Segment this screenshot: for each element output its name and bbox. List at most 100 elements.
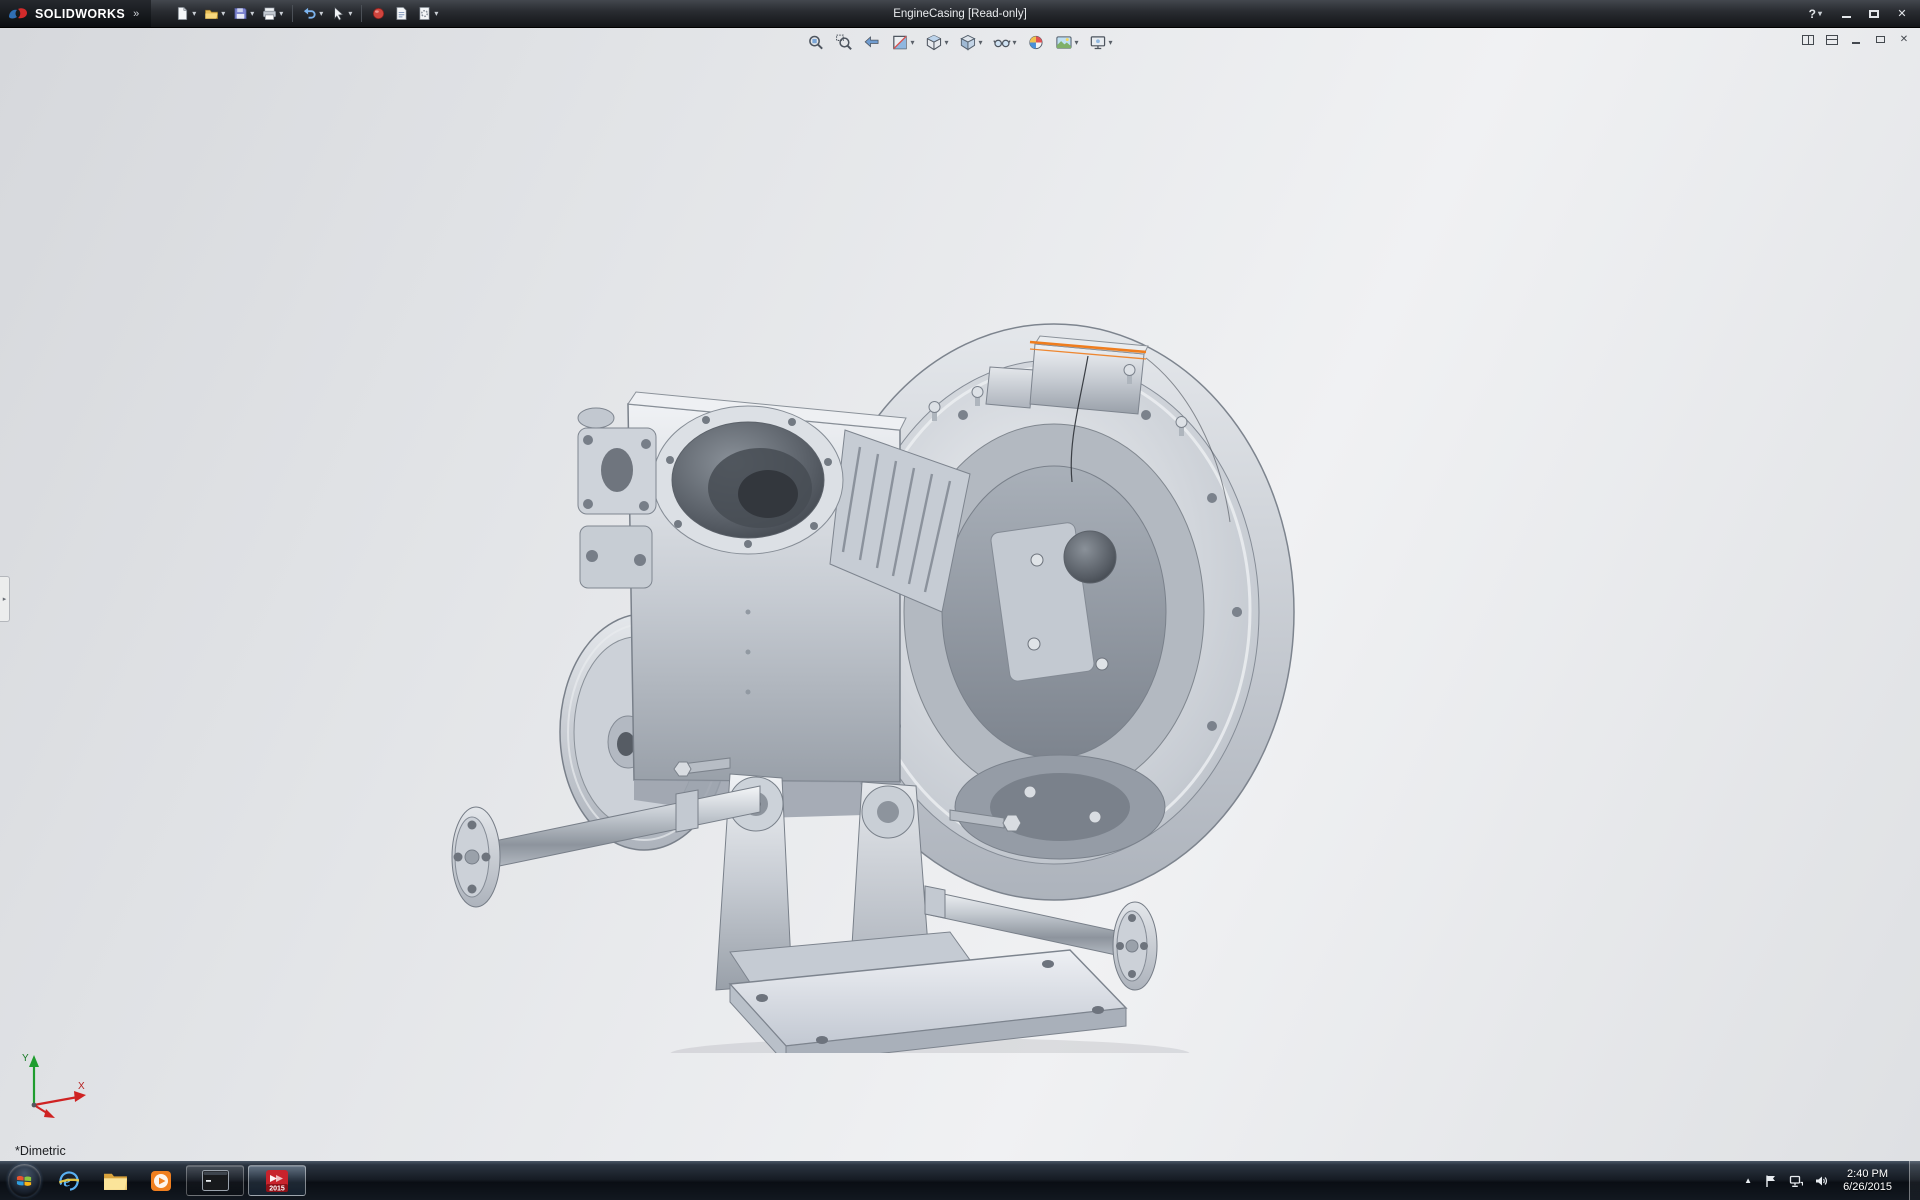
view-settings-icon xyxy=(1090,34,1107,51)
volume-icon xyxy=(1814,1174,1828,1188)
clock-time: 2:40 PM xyxy=(1843,1168,1892,1181)
select-button[interactable]: ▾ xyxy=(327,4,356,23)
action-center-flag-icon xyxy=(1764,1174,1778,1188)
new-document-button[interactable]: ▾ xyxy=(171,4,200,23)
previous-view-icon xyxy=(863,34,880,51)
view-settings-button[interactable]: ▾ xyxy=(1088,33,1115,52)
dropdown-caret: ▾ xyxy=(192,10,196,18)
heads-up-toolbar: ▾ ▾ ▾ xyxy=(805,33,1114,52)
color-swatch-icon xyxy=(371,6,386,21)
dropdown-caret: ▾ xyxy=(221,10,225,18)
viewport-split-horizontal-button[interactable] xyxy=(1824,32,1840,47)
save-icon xyxy=(233,6,248,21)
restore-icon xyxy=(1876,36,1885,43)
undo-button[interactable]: ▾ xyxy=(298,4,327,23)
zoom-to-area-button[interactable] xyxy=(833,33,854,52)
dropdown-caret: ▾ xyxy=(250,10,254,18)
windows-flag-icon xyxy=(15,1172,34,1189)
zoom-to-fit-button[interactable] xyxy=(805,33,826,52)
hidden-icons-button[interactable]: ▲ xyxy=(1742,1176,1754,1185)
toolbar-separator xyxy=(292,5,293,22)
open-button[interactable]: ▾ xyxy=(200,4,229,23)
split-horizontal-icon xyxy=(1826,35,1838,45)
options-icon xyxy=(417,6,432,21)
dropdown-caret: ▾ xyxy=(944,39,948,47)
viewport-split-vertical-button[interactable] xyxy=(1800,32,1816,47)
brand-text: SOLIDWORKS xyxy=(35,7,125,21)
windows-explorer-button[interactable] xyxy=(92,1161,138,1200)
solidworks-2015-button[interactable]: 2015 xyxy=(248,1165,306,1196)
previous-view-button[interactable] xyxy=(861,33,882,52)
minimize-icon xyxy=(1852,42,1860,44)
open-folder-icon xyxy=(204,6,219,21)
document-restore-button[interactable] xyxy=(1872,32,1888,47)
media-player-button[interactable] xyxy=(138,1161,184,1200)
close-icon: ✕ xyxy=(1900,34,1908,45)
z-axis-arrow xyxy=(44,1109,55,1118)
dropdown-caret: ▾ xyxy=(434,10,438,18)
select-cursor-icon xyxy=(331,6,346,21)
help-button[interactable]: ? ▾ xyxy=(1809,7,1822,21)
graphics-viewport[interactable]: ▾ ▾ ▾ xyxy=(0,28,1920,1161)
titlebar: SOLIDWORKS » ▾ ▾ xyxy=(0,0,1920,28)
toolbar-separator xyxy=(361,5,362,22)
document-close-button[interactable]: ✕ xyxy=(1896,32,1912,47)
minimize-button[interactable] xyxy=(1834,4,1858,24)
options-button[interactable]: ▾ xyxy=(413,4,442,23)
file-properties-icon xyxy=(394,6,409,21)
section-view-button[interactable]: ▾ xyxy=(889,33,916,52)
edit-appearance-button[interactable] xyxy=(1026,33,1047,52)
solidworks-2015-icon: 2015 xyxy=(265,1169,289,1193)
print-icon xyxy=(262,6,277,21)
restore-icon xyxy=(1869,10,1879,18)
show-desktop-button[interactable] xyxy=(1909,1161,1920,1200)
apply-scene-button[interactable]: ▾ xyxy=(1054,33,1081,52)
network-button[interactable] xyxy=(1787,1171,1804,1191)
document-minimize-button[interactable] xyxy=(1848,32,1864,47)
taskbar: e xyxy=(0,1161,1920,1200)
hide-show-items-button[interactable]: ▾ xyxy=(992,33,1019,52)
color-swatch-button[interactable] xyxy=(367,4,390,23)
view-orientation-icon xyxy=(925,34,942,51)
restore-button[interactable] xyxy=(1862,4,1886,24)
app-menu-button[interactable]: SOLIDWORKS » xyxy=(0,0,151,27)
network-icon xyxy=(1789,1174,1803,1188)
hide-show-items-icon xyxy=(994,34,1011,51)
clock-date: 6/26/2015 xyxy=(1843,1181,1892,1194)
media-player-icon xyxy=(150,1170,172,1192)
save-button[interactable]: ▾ xyxy=(229,4,258,23)
internet-explorer-icon: e xyxy=(57,1169,81,1193)
display-style-button[interactable]: ▾ xyxy=(957,33,984,52)
document-window-controls: ✕ xyxy=(1800,32,1912,47)
x-axis-label: X xyxy=(78,1081,85,1092)
svg-text:2015: 2015 xyxy=(269,1185,285,1192)
dropdown-caret: ▾ xyxy=(910,39,914,47)
volume-button[interactable] xyxy=(1812,1171,1829,1191)
view-orientation-button[interactable]: ▾ xyxy=(923,33,950,52)
dropdown-caret: ▾ xyxy=(1013,39,1017,47)
close-button[interactable]: ✕ xyxy=(1890,4,1914,24)
dropdown-caret: ▾ xyxy=(348,10,352,18)
action-center-button[interactable] xyxy=(1762,1171,1779,1191)
dropdown-caret: ▾ xyxy=(319,10,323,18)
edit-appearance-icon xyxy=(1028,34,1045,51)
command-prompt-button[interactable] xyxy=(186,1165,244,1196)
3ds-logo-icon xyxy=(7,6,29,21)
start-button[interactable] xyxy=(8,1164,41,1197)
titlebar-controls: ? ▾ ✕ xyxy=(1809,4,1920,24)
x-axis-arrow xyxy=(74,1091,86,1102)
3d-model-engine-casing[interactable] xyxy=(430,312,1300,1053)
minimize-icon xyxy=(1842,16,1851,18)
view-orientation-label: *Dimetric xyxy=(15,1144,66,1158)
file-properties-button[interactable] xyxy=(390,4,413,23)
feature-panel-flyout-tab[interactable]: ▸ xyxy=(0,576,10,622)
main-toolbar: ▾ ▾ ▾ xyxy=(171,4,442,23)
apply-scene-icon xyxy=(1056,34,1073,51)
print-button[interactable]: ▾ xyxy=(258,4,287,23)
help-glyph: ? xyxy=(1809,7,1816,21)
menu-expand-arrow: » xyxy=(133,8,139,20)
dropdown-caret: ▾ xyxy=(279,10,283,18)
taskbar-clock[interactable]: 2:40 PM 6/26/2015 xyxy=(1837,1168,1901,1194)
internet-explorer-button[interactable]: e xyxy=(46,1161,92,1200)
new-document-icon xyxy=(175,6,190,21)
